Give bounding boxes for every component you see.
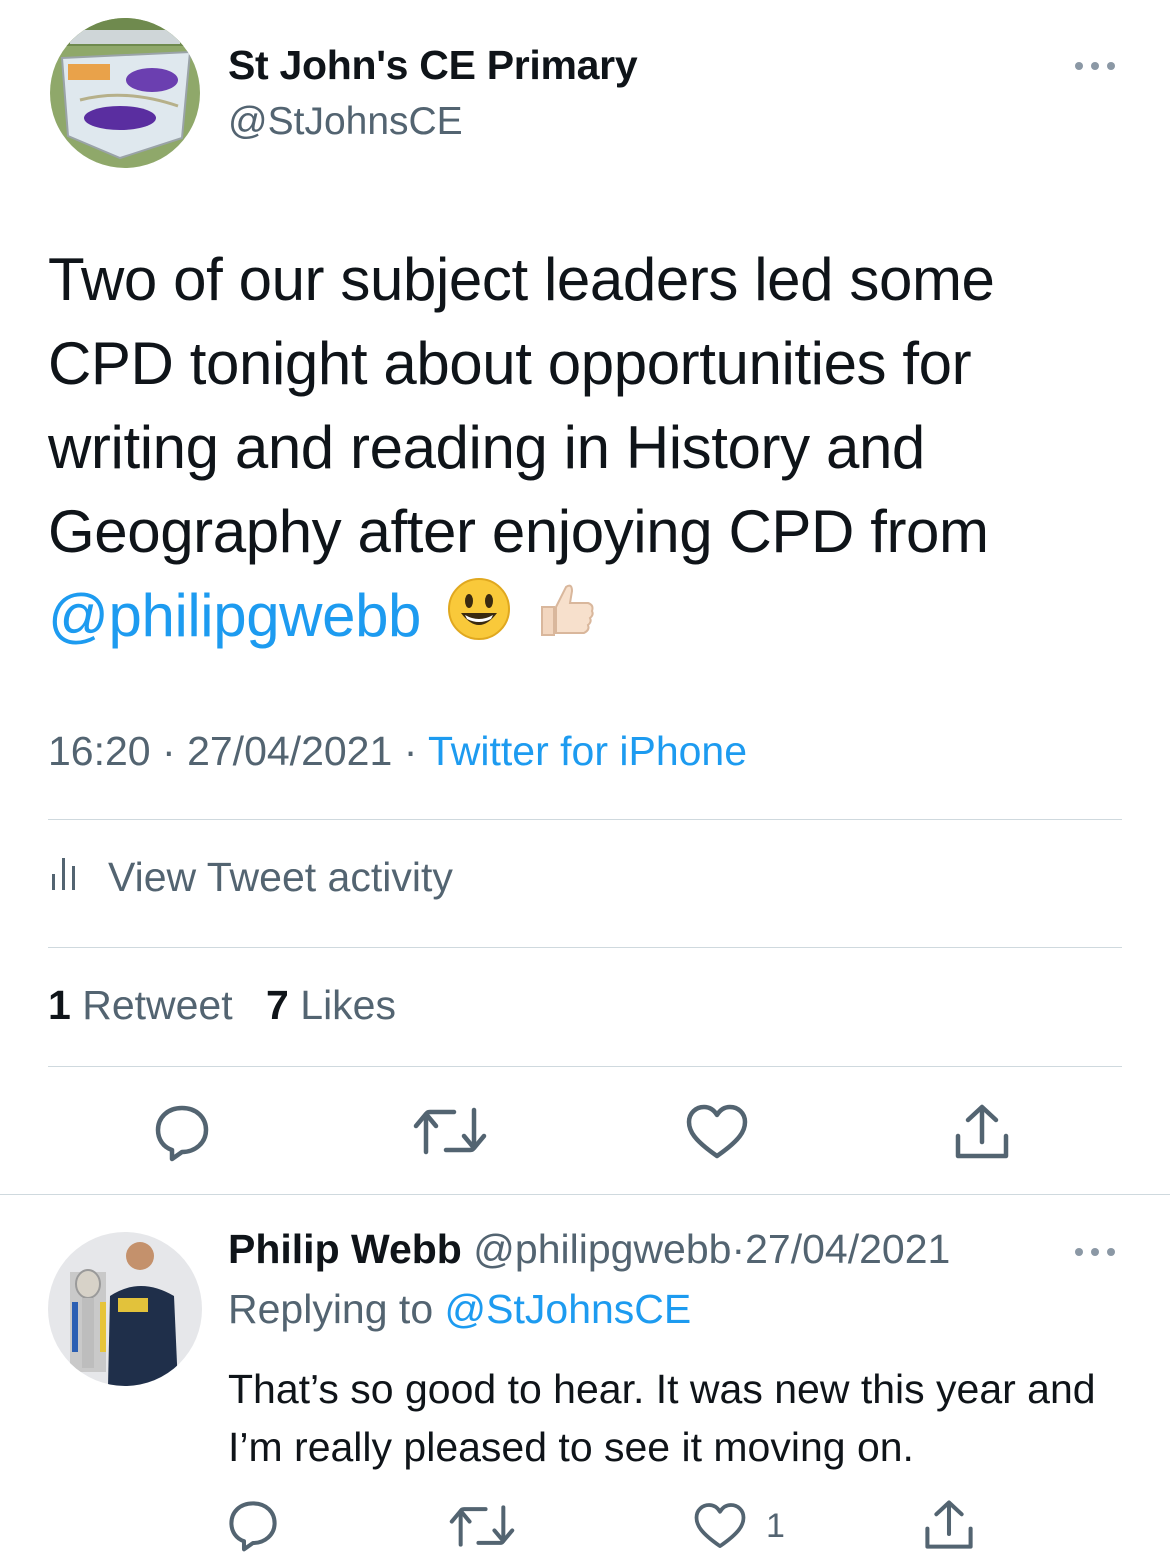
reply-separator: ·	[731, 1226, 746, 1272]
author-avatar[interactable]	[50, 18, 200, 168]
tweet-timestamp: 16:20 · 27/04/2021 · Twitter for iPhone	[48, 728, 747, 775]
heart-icon	[686, 1104, 748, 1159]
tweet-time[interactable]: 16:20	[48, 728, 151, 774]
reply-share-button[interactable]	[922, 1498, 976, 1552]
replying-to: Replying to @StJohnsCE	[228, 1286, 691, 1333]
share-icon	[955, 1104, 1009, 1159]
like-count: 7	[266, 982, 289, 1028]
retweets-stat[interactable]: 1 Retweet	[48, 982, 233, 1028]
divider	[48, 819, 1122, 820]
tweet-date[interactable]: 27/04/2021	[187, 728, 392, 774]
reply-reply-button[interactable]	[226, 1498, 280, 1552]
meta-separator: ·	[162, 728, 176, 774]
retweet-button[interactable]	[412, 1104, 488, 1158]
tweet-body: Two of our subject leaders led some CPD …	[48, 246, 995, 565]
reply-button[interactable]	[152, 1102, 212, 1162]
reply-author-name[interactable]: Philip Webb	[228, 1226, 462, 1272]
like-button[interactable]	[686, 1104, 748, 1160]
reply-like-button[interactable]: 1	[694, 1502, 785, 1550]
reply-retweet-button[interactable]	[448, 1502, 516, 1550]
retweet-icon	[413, 1107, 487, 1155]
reply-header: Philip Webb @philipgwebb·27/04/2021	[228, 1226, 950, 1273]
reply-icon	[155, 1105, 209, 1162]
reply-text: That’s so good to hear. It was new this …	[228, 1366, 1096, 1470]
reply-more-options-icon[interactable]	[1072, 1244, 1118, 1260]
thumbs-up-icon	[534, 577, 598, 663]
meta-separator: ·	[403, 728, 418, 774]
reply-author-handle[interactable]: @philipgwebb	[473, 1226, 731, 1272]
more-options-icon[interactable]	[1072, 58, 1118, 74]
tweet-source-link[interactable]: Twitter for iPhone	[428, 728, 747, 774]
reply-icon	[229, 1501, 277, 1552]
view-tweet-activity-label: View Tweet activity	[108, 853, 453, 900]
view-tweet-activity-button[interactable]: View Tweet activity	[48, 852, 453, 902]
heart-icon	[694, 1503, 746, 1549]
smiley-face-icon	[447, 577, 511, 663]
like-label: Likes	[300, 982, 396, 1028]
reply-date[interactable]: 27/04/2021	[745, 1226, 950, 1272]
tweet-stats: 1 Retweet 7 Likes	[48, 982, 396, 1029]
reply-like-count: 1	[766, 1506, 785, 1545]
reply-author-avatar[interactable]	[48, 1232, 202, 1386]
author-name[interactable]: St John's CE Primary	[228, 42, 638, 89]
section-divider	[0, 1194, 1170, 1195]
replying-to-handle[interactable]: @StJohnsCE	[445, 1286, 692, 1332]
divider	[48, 947, 1122, 948]
retweet-icon	[449, 1505, 515, 1547]
retweet-count: 1	[48, 982, 71, 1028]
likes-stat[interactable]: 7 Likes	[266, 982, 396, 1028]
mention-link[interactable]: @philipgwebb	[48, 582, 421, 649]
divider	[48, 1066, 1122, 1067]
tweet-text: Two of our subject leaders led some CPD …	[48, 238, 1128, 663]
share-icon	[925, 1500, 973, 1549]
analytics-icon	[48, 852, 84, 902]
retweet-label: Retweet	[82, 982, 233, 1028]
author-handle[interactable]: @StJohnsCE	[228, 100, 463, 144]
share-button[interactable]	[952, 1102, 1012, 1162]
replying-to-label: Replying to	[228, 1286, 434, 1332]
